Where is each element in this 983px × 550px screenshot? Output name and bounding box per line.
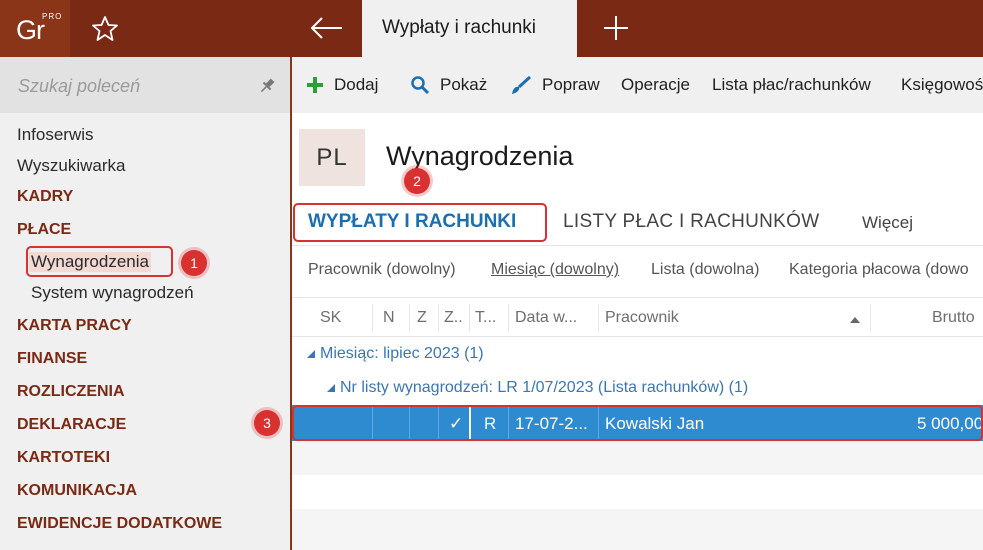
sidebar-category-finanse[interactable]: FINANSE [17, 350, 87, 368]
group-list-value: LR 1/07/2023 (Lista rachunków) (1) [497, 379, 749, 396]
command-search [0, 57, 290, 113]
command-search-input[interactable] [18, 73, 248, 99]
column-separator [409, 304, 410, 332]
group-list-label: Nr listy wynagrodzeń: [340, 379, 493, 396]
sidebar-category-ewidencje-dodatkowe[interactable]: EWIDENCJE DODATKOWE [17, 515, 222, 533]
tab-label: Wypłaty i rachunki [382, 17, 536, 38]
column-separator [438, 304, 439, 332]
row-employee-cell: Kowalski Jan [605, 414, 705, 433]
new-tab-plus-icon[interactable] [600, 12, 632, 44]
favorites-star-icon[interactable] [90, 14, 120, 44]
column-separator [508, 304, 509, 332]
edit-button[interactable]: Popraw [510, 75, 600, 95]
row-date-cell: 17-07-2... [515, 414, 588, 433]
sort-ascending-icon[interactable] [849, 312, 861, 330]
column-z2[interactable]: Z.. [444, 309, 463, 327]
sidebar-item-wyszukiwarka[interactable]: Wyszukiwarka [17, 156, 125, 176]
cell-separator [469, 405, 471, 441]
column-separator [598, 304, 599, 332]
empty-row [292, 441, 983, 475]
cell-separator [372, 405, 373, 441]
sidebar-category-karta-pracy[interactable]: KARTA PRACY [17, 317, 132, 335]
row-check-cell[interactable]: ✓ [449, 414, 463, 434]
tab-wyplaty-i-rachunki[interactable]: Wypłaty i rachunki [362, 0, 577, 57]
brush-icon [512, 75, 532, 94]
grid-header: SK N Z Z.. T... Data w... Pracownik Brut… [292, 297, 983, 337]
column-sk[interactable]: SK [320, 309, 341, 327]
accounting-menu[interactable]: Księgowoś [901, 75, 983, 95]
sidebar-category-kartoteki[interactable]: KARTOTEKI [17, 449, 110, 467]
sidebar: Infoserwis Wyszukiwarka KADRY PŁACE Wyna… [0, 57, 291, 550]
payroll-list-menu[interactable]: Lista płac/rachunków [712, 75, 871, 95]
callout-badge-1: 1 [181, 250, 207, 276]
empty-row [292, 509, 983, 550]
app-logo[interactable]: Gr PRO [0, 0, 70, 57]
module-badge: PL [299, 129, 365, 186]
group-list-text: Nr listy wynagrodzeń: LR 1/07/2023 (List… [326, 379, 748, 397]
title-bar: Gr PRO Wypłaty i rachunki [0, 0, 983, 57]
tab-listy-plac[interactable]: LISTY PŁAC I RACHUNKÓW [563, 211, 819, 233]
callout-badge-3: 3 [254, 410, 280, 436]
filter-bar: Pracownik (dowolny) Miesiąc (dowolny) Li… [292, 245, 983, 297]
cell-separator [409, 405, 410, 441]
table-row[interactable]: ✓ R 17-07-2... Kowalski Jan 5 000,00 [292, 405, 983, 441]
tab-wiecej[interactable]: Więcej [862, 213, 913, 233]
row-gross-cell: 5 000,00 [917, 414, 983, 433]
sidebar-category-komunikacja[interactable]: KOMUNIKACJA [17, 482, 137, 500]
toolbar: Dodaj Pokaż Popraw Operacje Lista płac/r… [292, 57, 983, 113]
logo-pro-badge: PRO [42, 12, 63, 21]
sidebar-category-kadry[interactable]: KADRY [17, 188, 73, 206]
operations-menu[interactable]: Operacje [621, 75, 690, 95]
group-row-month[interactable]: Miesiąc: lipiec 2023 (1) [292, 337, 983, 371]
tab-wyplaty-i-rachunki-list[interactable]: WYPŁATY I RACHUNKI [308, 211, 516, 233]
cell-separator [438, 405, 439, 441]
cell-separator [598, 405, 599, 441]
group-row-list[interactable]: Nr listy wynagrodzeń: LR 1/07/2023 (List… [292, 371, 983, 405]
plus-icon [307, 77, 323, 93]
show-button[interactable]: Pokaż [410, 75, 487, 95]
pin-icon[interactable] [258, 77, 276, 95]
column-gross[interactable]: Brutto [932, 309, 975, 327]
edit-label: Popraw [542, 75, 600, 94]
add-label: Dodaj [334, 75, 379, 94]
column-date[interactable]: Data w... [515, 309, 577, 327]
back-arrow-icon[interactable] [306, 12, 346, 44]
collapse-triangle-icon [327, 383, 335, 392]
cell-separator [508, 405, 509, 441]
group-month-text: Miesiąc: lipiec 2023 (1) [306, 345, 484, 363]
filter-employee[interactable]: Pracownik (dowolny) [308, 261, 456, 279]
search-icon [411, 76, 430, 95]
callout-badge-2: 2 [404, 168, 430, 194]
filter-pay-category[interactable]: Kategoria płacowa (dowo [789, 261, 969, 279]
sidebar-category-place[interactable]: PŁACE [17, 221, 71, 239]
show-label: Pokaż [440, 75, 488, 94]
column-type[interactable]: T... [475, 309, 496, 327]
column-separator [469, 304, 470, 332]
sidebar-category-deklaracje[interactable]: DEKLARACJE [17, 416, 126, 434]
column-employee[interactable]: Pracownik [605, 309, 679, 327]
column-n[interactable]: N [383, 309, 395, 327]
filter-list[interactable]: Lista (dowolna) [651, 261, 760, 279]
column-separator [372, 304, 373, 332]
group-month-label: Miesiąc: lipiec 2023 (1) [320, 345, 484, 362]
add-button[interactable]: Dodaj [306, 75, 378, 95]
sidebar-item-system-wynagrodzen[interactable]: System wynagrodzeń [31, 283, 194, 303]
row-type-cell: R [484, 414, 497, 433]
logo-text: Gr [16, 15, 45, 45]
filter-month[interactable]: Miesiąc (dowolny) [491, 261, 619, 279]
sidebar-item-infoserwis[interactable]: Infoserwis [17, 125, 94, 145]
sidebar-item-wynagrodzenia[interactable]: Wynagrodzenia [29, 252, 151, 272]
page-header: PL Wynagrodzenia WYPŁATY I RACHUNKI LIST… [292, 113, 983, 245]
sidebar-category-rozliczenia[interactable]: ROZLICZENIA [17, 383, 125, 401]
collapse-triangle-icon [307, 349, 315, 358]
column-separator [870, 304, 871, 332]
column-z[interactable]: Z [417, 309, 427, 327]
